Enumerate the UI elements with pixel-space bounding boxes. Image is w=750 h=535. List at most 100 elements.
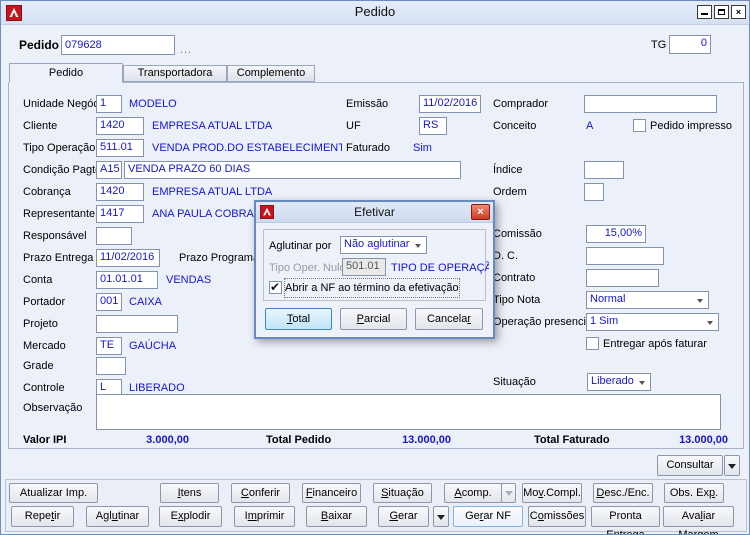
indice-input[interactable] (584, 161, 624, 179)
tab-transportadora[interactable]: Transportadora (123, 65, 227, 82)
uf-label: UF (346, 120, 361, 132)
baixar-button[interactable]: Baixar (306, 506, 367, 527)
dc-input[interactable] (586, 247, 664, 265)
tipo-nota-label: Tipo Nota (493, 294, 541, 306)
condicao-label: Condição Pagto. (23, 164, 105, 176)
comprador-input[interactable] (584, 95, 717, 113)
abrir-nf-checkbox[interactable] (269, 280, 282, 294)
parcial-button[interactable]: Parcial (340, 308, 407, 330)
conceito-label: Conceito (493, 120, 537, 132)
obs-exp-button[interactable]: Obs. Exp. (664, 483, 724, 503)
mov-compl-button[interactable]: Mov.Compl. (522, 483, 582, 503)
prazo-entrega-label: Prazo Entrega (23, 252, 94, 264)
emissao-label: Emissão (346, 98, 389, 110)
atualizar-imp-button[interactable]: Atualizar Imp. (9, 483, 98, 503)
total-faturado-value: 13.000,00 (679, 434, 728, 446)
close-icon[interactable]: × (731, 5, 746, 19)
observacao-textarea[interactable] (96, 394, 721, 430)
projeto-input[interactable] (96, 315, 178, 333)
tipo-nota-dropdown[interactable]: Normal (586, 291, 709, 309)
consultar-button[interactable]: Consultar (657, 455, 723, 476)
conta-desc: VENDAS (166, 274, 212, 286)
portador-input[interactable]: 001 (96, 293, 122, 311)
valor-ipi-value: 3.000,00 (146, 434, 189, 446)
tipo-oper-nulo-label: Tipo Oper. Nulo (269, 262, 346, 274)
cliente-input[interactable]: 1420 (96, 117, 144, 135)
pedido-impresso-label: Pedido impresso (650, 120, 732, 132)
controle-label: Controle (23, 382, 65, 394)
avaliar-margem-button[interactable]: Avaliar Margem (663, 506, 734, 534)
entregar-apos-label: Entregar após faturar (603, 338, 707, 350)
prazo-entrega-input[interactable]: 11/02/2016 (96, 249, 160, 267)
conta-label: Conta (23, 274, 53, 286)
unidade-input[interactable]: 1 (96, 95, 122, 113)
desc-enc-button[interactable]: Desc./Enc. (593, 483, 653, 503)
gerar-button[interactable]: Gerar (378, 506, 429, 527)
pedido-browse-button[interactable]: ... (180, 41, 192, 59)
responsavel-input[interactable] (96, 227, 132, 245)
tg-label: TG (651, 39, 667, 51)
cobranca-label: Cobrança (23, 186, 71, 198)
pronta-entrega-button[interactable]: Pronta Entrega (591, 506, 660, 534)
chevron-down-icon (639, 381, 645, 385)
minimize-icon[interactable] (697, 5, 712, 19)
chevron-down-icon (707, 321, 713, 325)
situacao-button[interactable]: Situação (373, 483, 432, 503)
contrato-input[interactable] (586, 269, 659, 287)
operacao-presencial-label: Operação presencial (493, 316, 595, 328)
efetivar-title-bar: Efetivar × (256, 202, 493, 223)
comissao-input[interactable]: 15,00% (586, 225, 646, 243)
ordem-input[interactable] (584, 183, 604, 201)
uf-input[interactable]: RS (419, 117, 447, 135)
chevron-down-icon (697, 299, 703, 303)
gerar-nf-button[interactable]: Gerar NF (453, 506, 523, 527)
situacao-dropdown[interactable]: Liberado (587, 373, 651, 391)
mercado-input[interactable]: TE (96, 337, 122, 355)
total-button[interactable]: Total (265, 308, 332, 330)
representante-desc: ANA PAULA COBRANÇAS (152, 208, 256, 220)
tipo-nota-value: Normal (590, 293, 626, 305)
tg-input[interactable]: 0 (669, 35, 711, 54)
tab-pedido[interactable]: Pedido (9, 63, 123, 83)
responsavel-label: Responsável (23, 230, 87, 242)
comprador-label: Comprador (493, 98, 549, 110)
imprimir-button[interactable]: Imprimir (234, 506, 295, 527)
unidade-desc: MODELO (129, 98, 177, 110)
conta-input[interactable]: 01.01.01 (96, 271, 158, 289)
chevron-down-icon (728, 463, 736, 469)
chevron-down-icon (504, 491, 513, 496)
gerar-dropdown-button[interactable] (433, 506, 449, 527)
acomp-button[interactable]: Acomp. (444, 483, 502, 503)
financeiro-button[interactable]: Financeiro (302, 483, 361, 503)
repetir-button[interactable]: Repetir (11, 506, 74, 527)
maximize-icon[interactable] (714, 5, 729, 19)
cliente-desc: EMPRESA ATUAL LTDA (152, 120, 273, 132)
tipo-operacao-label: Tipo Operação (23, 142, 96, 154)
emissao-input[interactable]: 11/02/2016 (419, 95, 481, 113)
condicao-code-input[interactable]: A15 (96, 161, 122, 179)
unidade-label: Unidade Negócio (23, 98, 108, 110)
tipo-operacao-input[interactable]: 511.01 (96, 139, 144, 157)
abrir-nf-label[interactable]: Abrir a NF ao término da efetivação (284, 278, 460, 298)
operacao-presencial-dropdown[interactable]: 1 Sim (586, 313, 719, 331)
comissoes-button[interactable]: Comissões (528, 506, 586, 527)
consultar-dropdown-button[interactable] (724, 455, 740, 476)
cancelar-button[interactable]: Cancelar (415, 308, 483, 330)
explodir-button[interactable]: Explodir (159, 506, 222, 527)
conferir-button[interactable]: Conferir (231, 483, 290, 503)
pedido-number-input[interactable]: 079628 (61, 35, 175, 55)
itens-button[interactable]: Itens (160, 483, 219, 503)
aglutinar-button[interactable]: Aglutinar (86, 506, 149, 527)
close-icon[interactable]: × (471, 204, 490, 220)
pedido-impresso-checkbox[interactable] (633, 119, 646, 132)
entregar-apos-checkbox[interactable] (586, 337, 599, 350)
tab-complemento[interactable]: Complemento (227, 65, 315, 82)
condicao-desc-input[interactable]: VENDA PRAZO 60 DIAS (124, 161, 461, 179)
cobranca-input[interactable]: 1420 (96, 183, 144, 201)
representante-input[interactable]: 1417 (96, 205, 144, 223)
tipo-operacao-desc: VENDA PROD.DO ESTABELECIMENTO (ICMS 1: (152, 142, 342, 154)
grade-input[interactable] (96, 357, 126, 375)
dc-label: D. C. (493, 250, 519, 262)
projeto-label: Projeto (23, 318, 58, 330)
aglutinar-por-dropdown[interactable]: Não aglutinar (340, 236, 427, 254)
